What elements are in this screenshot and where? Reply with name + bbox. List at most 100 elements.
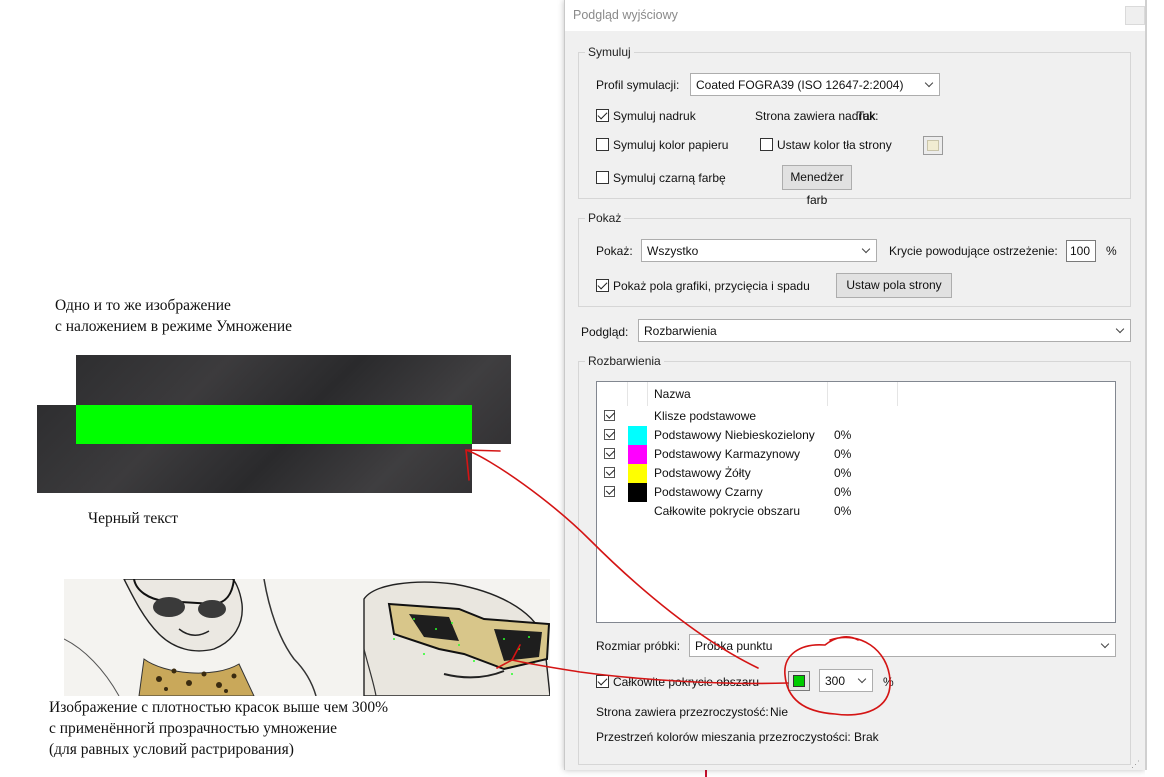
chevron-down-icon: [854, 670, 872, 691]
warning-opacity-unit: %: [1106, 244, 1117, 258]
name-column-header[interactable]: Nazwa: [654, 382, 691, 406]
separation-percent: 0%: [834, 504, 852, 518]
column-separator: [647, 382, 648, 406]
sample-size-value: Próbka punktu: [695, 639, 773, 653]
show-boxes-checkbox[interactable]: [596, 279, 609, 292]
column-separator: [627, 382, 628, 406]
simulate-paper-color-checkbox[interactable]: [596, 138, 609, 151]
simulate-group: Symuluj Profil symulacji: Coated FOGRA39…: [578, 45, 1131, 207]
sample-size-label: Rozmiar próbki:: [596, 639, 681, 653]
column-separator: [897, 382, 898, 406]
separation-percent: 0%: [834, 485, 852, 499]
separation-name: Podstawowy Żółty: [654, 466, 751, 480]
black-text-caption: Черный текст: [88, 510, 179, 527]
overlay-caption-line-2: с наложением в режиме Умножение: [55, 318, 293, 335]
transparency-value: Nie: [770, 705, 789, 719]
overlay-caption: Одно и то же изображение с наложением в …: [55, 295, 292, 337]
close-button[interactable]: [1125, 6, 1145, 25]
dialog-titlebar[interactable]: Podgląd wyjściowy: [565, 0, 1146, 31]
separation-row-magenta[interactable]: Podstawowy Karmazynowy 0%: [597, 445, 1115, 464]
separation-row-cyan[interactable]: Podstawowy Niebieskozielony 0%: [597, 426, 1115, 445]
preview-value: Rozbarwienia: [644, 324, 717, 338]
color-swatch: [793, 675, 805, 687]
separation-row-total-coverage[interactable]: Całkowite pokrycie obszaru 0%: [597, 502, 1115, 521]
coverage-color-button[interactable]: [788, 671, 810, 691]
separation-row-black[interactable]: Podstawowy Czarny 0%: [597, 483, 1115, 502]
magenta-swatch: [628, 445, 647, 464]
bottom-caption-line-1: Изображение с плотностью красок выше чем…: [49, 699, 389, 716]
separations-legend: Rozbarwienia: [585, 354, 664, 368]
warning-opacity-input[interactable]: 100: [1066, 240, 1096, 262]
simulation-profile-value: Coated FOGRA39 (ISO 12647-2:2004): [696, 78, 904, 92]
simulate-paper-color-label: Symuluj kolor papieru: [613, 138, 729, 152]
chevron-down-icon: [1112, 320, 1130, 341]
preview-dropdown[interactable]: Rozbarwienia: [638, 319, 1131, 342]
separation-name: Podstawowy Niebieskozielony: [654, 428, 815, 442]
page-background-color-button[interactable]: [923, 136, 943, 155]
output-preview-dialog: Podgląd wyjściowy Symuluj Profil symulac…: [564, 0, 1146, 770]
separation-percent: 0%: [834, 466, 852, 480]
color-swatch: [927, 140, 939, 151]
show-value: Wszystko: [647, 244, 699, 258]
chevron-down-icon: [1097, 635, 1115, 656]
warning-opacity-label: Krycie powodujące ostrzeżenie:: [889, 244, 1058, 258]
set-page-boxes-button[interactable]: Ustaw pola strony: [836, 273, 952, 298]
row-checkbox[interactable]: [604, 448, 615, 459]
separation-percent: 0%: [834, 447, 852, 461]
coverage-value-dropdown[interactable]: 300: [819, 669, 873, 692]
coverage-unit: %: [883, 675, 894, 689]
separation-row-yellow[interactable]: Podstawowy Żółty 0%: [597, 464, 1115, 483]
scrollbar[interactable]: [1145, 0, 1147, 770]
simulate-black-ink-label: Symuluj czarną farbę: [613, 171, 726, 185]
separations-list: Nazwa Klisze podstawowe Podstawowy Niebi…: [596, 381, 1116, 623]
separation-name: Podstawowy Czarny: [654, 485, 763, 499]
simulate-overprint-label: Symuluj nadruk: [613, 109, 696, 123]
simulate-legend: Symuluj: [585, 45, 634, 59]
page-overprint-value: Tak: [857, 109, 876, 123]
page-background-checkbox[interactable]: [760, 138, 773, 151]
black-swatch: [628, 483, 647, 502]
ink-manager-button[interactable]: Menedżer farb: [782, 165, 852, 207]
yellow-swatch: [628, 464, 647, 483]
row-checkbox[interactable]: [604, 486, 615, 497]
green-overlap-highlight: [76, 405, 472, 444]
separation-name: Całkowite pokrycie obszaru: [654, 504, 801, 518]
chevron-down-icon: [921, 74, 939, 95]
show-group: Pokaż Pokaż: Wszystko Krycie powodujące …: [578, 211, 1131, 307]
show-label: Pokaż:: [596, 244, 633, 258]
row-checkbox[interactable]: [604, 429, 615, 440]
simulation-profile-dropdown[interactable]: Coated FOGRA39 (ISO 12647-2:2004): [690, 73, 940, 96]
transparency-label: Strona zawiera przezroczystość:: [596, 705, 769, 719]
simulate-black-ink-checkbox[interactable]: [596, 171, 609, 184]
show-boxes-label: Pokaż pola grafiki, przycięcia i spadu: [613, 279, 810, 293]
chevron-down-icon: [858, 240, 876, 261]
separation-name: Klisze podstawowe: [654, 409, 757, 423]
separation-percent: 0%: [834, 428, 852, 442]
right-margin: [1145, 0, 1164, 777]
coverage-value: 300: [825, 674, 846, 688]
overlay-caption-line-1: Одно и то же изображение: [55, 297, 231, 314]
blend-space-label: Przestrzeń kolorów mieszania przezroczys…: [596, 730, 851, 744]
show-dropdown[interactable]: Wszystko: [641, 239, 877, 262]
show-legend: Pokaż: [585, 211, 625, 225]
sample-size-dropdown[interactable]: Próbka punktu: [689, 634, 1116, 657]
row-checkbox[interactable]: [604, 467, 615, 478]
total-coverage-checkbox[interactable]: [596, 675, 609, 688]
simulate-overprint-checkbox[interactable]: [596, 109, 609, 122]
simulation-profile-label: Profil symulacji:: [596, 78, 680, 92]
bottom-caption-line-3: (для равных условий растрирования): [49, 741, 294, 758]
row-checkbox[interactable]: [604, 410, 615, 421]
separation-name: Podstawowy Karmazynowy: [654, 447, 801, 461]
resize-grip-icon[interactable]: ⋰: [1131, 759, 1143, 771]
blend-space-value: Brak: [854, 730, 879, 744]
bottom-caption-line-2: с применённогй прозрачностью умножение: [49, 720, 338, 737]
page-background-label: Ustaw kolor tła strony: [777, 138, 892, 152]
column-separator: [827, 382, 828, 406]
dialog-title: Podgląd wyjściowy: [573, 8, 678, 22]
preview-label: Podgląd:: [581, 325, 629, 339]
total-coverage-label: Całkowite pokrycie obszaru: [613, 675, 760, 689]
bottom-caption: Изображение с плотностью красок выше чем…: [49, 697, 388, 760]
sketch-illustration: [64, 579, 550, 696]
cyan-swatch: [628, 426, 647, 445]
separation-row-base-plates[interactable]: Klisze podstawowe: [597, 407, 1115, 426]
